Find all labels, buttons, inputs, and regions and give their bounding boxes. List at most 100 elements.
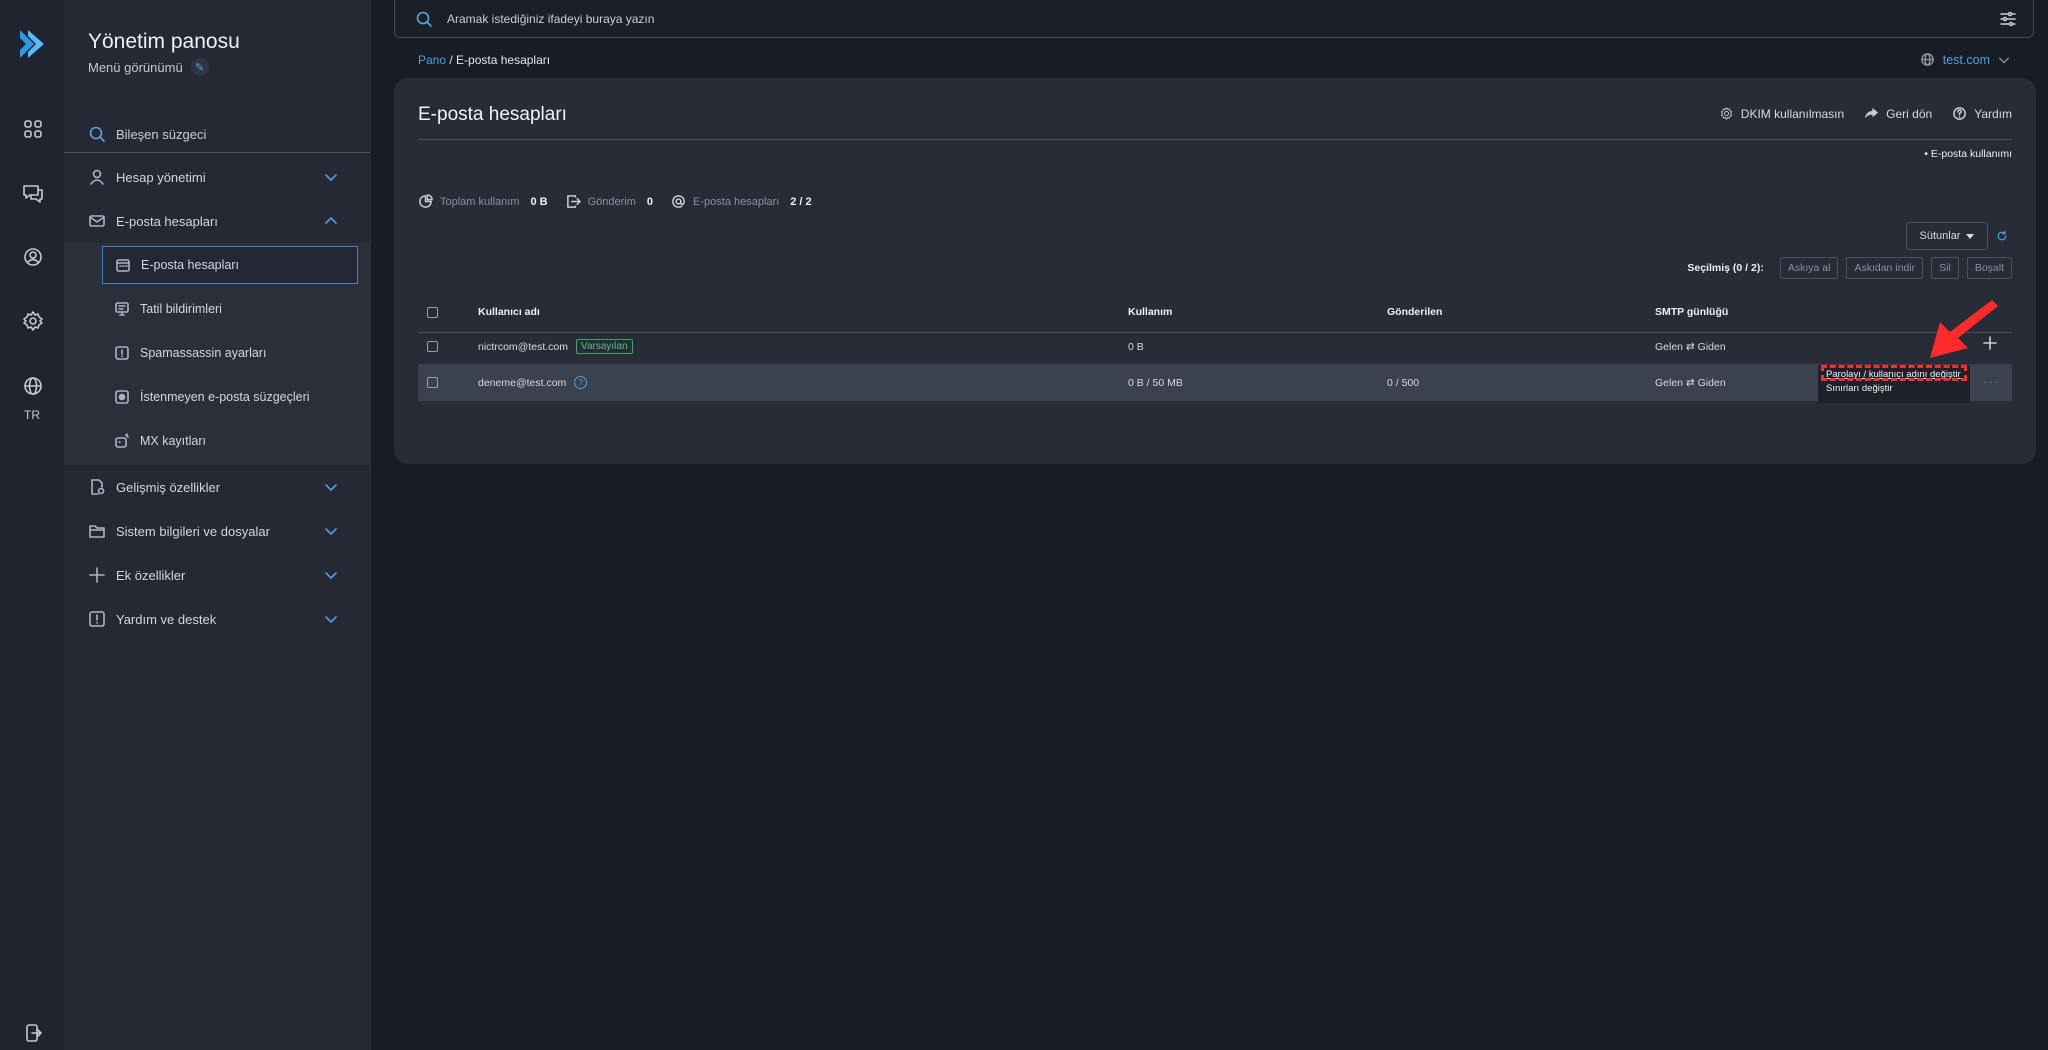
submenu-item-spamassassin[interactable]: Spamassassin ayarları [102,334,358,372]
folder-icon [88,522,106,540]
sidebar-item-label: Ek özellikler [116,567,186,583]
delete-button[interactable]: Sil [1931,257,1959,279]
dkim-label: DKIM kullanılmasın [1740,106,1845,121]
select-all-cell [427,292,438,332]
logout-icon[interactable] [20,1020,46,1046]
domain-selector[interactable]: test.com [1920,52,2010,67]
breadcrumb-current: E-posta hesapları [456,53,551,67]
submenu-item-mx-records[interactable]: MX kayıtları [102,422,358,460]
wand-icon[interactable]: ✎ [190,58,209,76]
breadcrumb: Pano / E-posta hesapları [418,53,550,67]
settings-doc-icon [88,478,106,496]
submenu-item-label: E-posta hesapları [141,258,239,272]
server-icon [114,433,130,449]
stat-label: Toplam kullanım [440,195,520,208]
submenu-item-label: İstenmeyen e-posta süzgeçleri [140,390,310,404]
row-checkbox-cell [427,364,438,401]
header-sent[interactable]: Gönderilen [1387,292,1442,332]
global-search [394,0,2034,38]
sidebar-item-account-management[interactable]: Hesap yönetimi [64,155,370,199]
sidebar-item-advanced-features[interactable]: Gelişmiş özellikler [64,465,370,509]
component-filter[interactable]: Bileşen süzgeci [64,116,370,153]
sidebar-item-extra-features[interactable]: Ek özellikler [64,553,370,597]
plus-icon [88,566,106,584]
dkim-button[interactable]: DKIM kullanılmasın [1719,106,1844,121]
unsuspend-button[interactable]: Askıdan indir [1846,257,1924,279]
row-checkbox[interactable] [427,341,438,352]
header-username[interactable]: Kullanıcı adı [478,292,540,332]
sidebar-item-system-info-files[interactable]: Sistem bilgileri ve dosyalar [64,509,370,553]
select-all-checkbox[interactable] [427,306,438,318]
sent-cell: 0 / 500 [1387,376,1420,389]
stats-bar: Toplam kullanım 0 B Gönderim 0 E-posta h… [418,194,812,209]
more-options-icon[interactable]: ··· [1983,373,2000,389]
email-usage-link[interactable]: • E-posta kullanımı [1924,148,2012,160]
user-icon [88,168,106,186]
monitor-icon [114,301,130,317]
filter-icon [114,389,130,405]
menu-view[interactable]: Menü görünümü ✎ [88,58,209,76]
logo-icon[interactable] [14,26,50,62]
panel-actions: DKIM kullanılmasın Geri dön Yardım [1719,106,2012,121]
refresh-icon[interactable] [1996,230,2008,242]
search-icon [415,10,433,28]
user-circle-icon[interactable] [20,244,46,270]
columns-dropdown[interactable]: Sütunlar [1906,222,1988,250]
empty-button[interactable]: Boşalt [1966,257,2012,279]
header-usage[interactable]: Kullanım [1128,292,1172,332]
sidebar-item-email-accounts[interactable]: E-posta hesapları [64,199,370,243]
dashboard-icon[interactable] [20,116,46,142]
sidebar-item-help-support[interactable]: Yardım ve destek [64,597,370,641]
selection-count: Seçilmiş (0 / 2): [1687,262,1764,274]
sidebar-item-label: E-posta hesapları [116,213,218,229]
sidebar-item-label: Gelişmiş özellikler [116,479,221,495]
page-title: E-posta hesapları [418,104,567,125]
globe-icon[interactable] [20,373,46,399]
gear-icon[interactable] [20,308,46,334]
search-icon [88,125,106,143]
search-input[interactable] [445,10,1999,27]
breadcrumb-home-link[interactable]: Pano [418,53,446,67]
chevron-down-icon [324,524,338,538]
change-password-username-item[interactable]: Parolayı / kullanıcı adını değiştir [1826,369,1961,380]
suspend-button[interactable]: Askıya al [1779,257,1839,279]
table-row: deneme@test.com ? 0 B / 50 MB 0 / 500 Ge… [418,364,2012,401]
username[interactable]: nictrcom@test.com [478,341,568,353]
stat-sending: Gönderim 0 [566,194,653,209]
question-icon[interactable]: ? [574,376,588,389]
header-smtp-log[interactable]: SMTP günlüğü [1655,292,1728,332]
columns-label: Sütunlar [1919,230,1961,242]
sidebar-title: Yönetim panosu [88,30,240,53]
language-label[interactable]: TR [0,408,64,422]
submenu-item-vacation-notices[interactable]: Tatil bildirimleri [102,290,358,328]
gear-icon [1719,106,1734,121]
sidebar-item-label: Sistem bilgileri ve dosyalar [116,523,270,539]
domain-label: test.com [1942,52,1990,67]
submenu-item-email-accounts[interactable]: E-posta hesapları [102,246,358,284]
back-button[interactable]: Geri dön [1864,106,1932,121]
submenu-item-label: Tatil bildirimleri [140,302,222,316]
help-button[interactable]: Yardım [1952,106,2012,121]
username[interactable]: deneme@test.com [478,377,566,389]
chat-icon[interactable] [20,180,46,206]
add-icon[interactable] [1981,334,1999,352]
submenu-item-label: MX kayıtları [140,434,206,448]
envelope-icon [88,212,106,230]
sidebar: Yönetim panosu Menü görünümü ✎ Bileşen s… [64,0,371,1050]
alert-icon [88,610,106,628]
menu-view-label: Menü görünümü [88,59,183,75]
email-accounts-panel: E-posta hesapları DKIM kullanılmasın Ger… [394,78,2036,464]
smtp-log-link[interactable]: Gelen ⇄ Giden [1655,328,1726,365]
sidebar-item-label: Yardım ve destek [116,611,217,627]
title-divider [418,139,2012,140]
chevron-up-icon [324,214,338,228]
chevron-down-icon [324,170,338,184]
icon-rail: TR [0,0,65,1050]
row-checkbox[interactable] [427,377,438,388]
sliders-icon[interactable] [1999,10,2017,28]
smtp-log-link[interactable]: Gelen ⇄ Giden [1655,364,1726,401]
change-limits-item[interactable]: Sınırları değiştir [1826,383,1893,394]
bulk-actions: Seçilmiş (0 / 2): Askıya al Askıdan indi… [1687,257,2012,279]
submenu-item-spam-filters[interactable]: İstenmeyen e-posta süzgeçleri [102,378,358,416]
chevron-down-icon [1998,54,2010,66]
